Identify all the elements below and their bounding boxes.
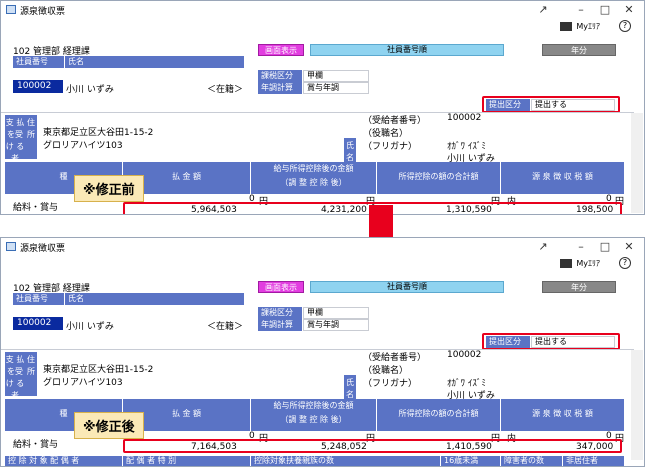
position-label: （役職名） (363, 366, 409, 376)
col-kyuyo-header-1: 給与所得控除後の金額 (273, 401, 354, 410)
col-kojo-header: 所得控除の額の合計額 (377, 399, 501, 431)
screenshot-before: 源泉徴収票 ↗ – □ ✕ Myｴﾘｱ ? 102 管理部 経理課 社員番号 氏… (0, 0, 645, 215)
jukyu-value: 100002 (447, 350, 482, 360)
kojo-value: 1,410,590 (446, 442, 492, 452)
employee-name: 小川 いずみ (66, 322, 114, 332)
close-button[interactable]: ✕ (617, 239, 641, 254)
nencho-value[interactable]: 賞与年調 (303, 319, 369, 331)
scrollbar[interactable] (631, 113, 643, 213)
maximize-button[interactable]: □ (593, 2, 617, 17)
col-kyuyo-header-2: （調 整 控 除 後） (280, 415, 347, 424)
status-label: ＜在籍＞ (207, 85, 244, 95)
bottom-col-5: 非居住者 (563, 456, 625, 466)
nencho-label: 年調計算 (258, 82, 302, 94)
col-kyuyo-header: 給与所得控除後の金額 （調 整 控 除 後） (251, 162, 377, 194)
payee-side-label: 支 払 を受け る 者 (5, 352, 25, 400)
bottom-col-4: 障害者の数 (501, 456, 563, 466)
jukyu-label: （受給者番号） (363, 353, 427, 363)
kyuyo-value: 4,231,200 (321, 205, 367, 215)
tax-kubun-label: 課税区分 (258, 307, 302, 319)
teishutsu-value[interactable]: 提出する (531, 336, 615, 348)
row-label: 給料・賞与 (13, 203, 59, 213)
divider (1, 112, 634, 113)
display-button[interactable]: 画面表示 (258, 281, 304, 293)
kojo-value: 1,310,590 (446, 205, 492, 215)
year-button[interactable]: 年分 (542, 281, 616, 293)
teishutsu-label: 提出区分 (486, 336, 530, 348)
teishutsu-value[interactable]: 提出する (531, 99, 615, 111)
gensen-value: 198,500 (576, 205, 614, 215)
address-line-1: 東京都足立区大谷田1-15-2 (43, 365, 154, 375)
window-title: 源泉徴収票 (20, 244, 66, 254)
gensen-value: 347,000 (576, 442, 614, 452)
shiharai-value: 7,164,503 (191, 442, 237, 452)
emp-no-field[interactable]: 100002 (13, 80, 63, 93)
jukyu-value: 100002 (447, 113, 482, 123)
nencho-value[interactable]: 賞与年調 (303, 82, 369, 94)
my-area-button[interactable]: Myｴﾘｱ (560, 258, 600, 269)
stamp-after: ※修正後 (74, 412, 144, 439)
year-button[interactable]: 年分 (542, 44, 616, 56)
minimize-button[interactable]: – (569, 2, 593, 17)
kyuyo-value: 5,248,052 (321, 442, 367, 452)
name-header: 氏名 (65, 56, 245, 68)
divider (1, 349, 634, 350)
title-bar: 源泉徴収票 ↗ – □ ✕ (1, 238, 644, 256)
display-button[interactable]: 画面表示 (258, 44, 304, 56)
emp-no-field[interactable]: 100002 (13, 317, 63, 330)
my-area-button[interactable]: Myｴﾘｱ (560, 21, 600, 32)
close-button[interactable]: ✕ (617, 2, 641, 17)
col-kyuyo-header-2: （調 整 控 除 後） (280, 178, 347, 187)
resize-icon[interactable]: ↗ (531, 2, 555, 17)
col-gensen-header: 源 泉 徴 収 税 額 (501, 162, 625, 194)
tax-kubun-value[interactable]: 甲欄 (303, 307, 369, 319)
nencho-label: 年調計算 (258, 319, 302, 331)
name-side-label: 氏名 (344, 375, 356, 399)
stamp-before: ※修正前 (74, 175, 144, 202)
payee-side-label: 支 払 を受け る 者 (5, 115, 25, 163)
app-icon (6, 242, 16, 251)
sort-order-select[interactable]: 社員番号順 (310, 44, 504, 56)
jukyu-label: （受給者番号） (363, 116, 427, 126)
teishutsu-label: 提出区分 (486, 99, 530, 111)
app-icon (6, 5, 16, 14)
bottom-col-0: 控 除 対 象 配 偶 者 (5, 456, 123, 466)
window-title: 源泉徴収票 (20, 7, 66, 17)
bottom-col-3: 16歳未満 (441, 456, 501, 466)
emp-no-header: 社員番号 (13, 293, 65, 305)
help-icon[interactable]: ? (619, 257, 631, 269)
title-bar: 源泉徴収票 ↗ – □ ✕ (1, 1, 644, 19)
furigana-label: （フリガナ） (363, 379, 418, 389)
shiharai-value: 5,964,503 (191, 205, 237, 215)
position-label: （役職名） (363, 129, 409, 139)
resize-icon[interactable]: ↗ (531, 239, 555, 254)
help-icon[interactable]: ? (619, 20, 631, 32)
scrollbar[interactable] (631, 350, 643, 460)
bottom-col-2: 控除対象扶養親族の数 (251, 456, 441, 466)
col-kyuyo-header: 給与所得控除後の金額 （調 整 控 除 後） (251, 399, 377, 431)
furigana-label: （フリガナ） (363, 142, 418, 152)
col-kojo-header: 所得控除の額の合計額 (377, 162, 501, 194)
sort-order-select[interactable]: 社員番号順 (310, 281, 504, 293)
tax-kubun-label: 課税区分 (258, 70, 302, 82)
name-side-label: 氏名 (344, 138, 356, 162)
address-line-1: 東京都足立区大谷田1-15-2 (43, 128, 154, 138)
maximize-button[interactable]: □ (593, 239, 617, 254)
col-gensen-header: 源 泉 徴 収 税 額 (501, 399, 625, 431)
address-line-2: グロリアハイツ103 (43, 378, 123, 388)
minimize-button[interactable]: – (569, 239, 593, 254)
tax-kubun-value[interactable]: 甲欄 (303, 70, 369, 82)
employee-name: 小川 いずみ (66, 85, 114, 95)
col-kyuyo-header-1: 給与所得控除後の金額 (273, 164, 354, 173)
address-side-label: 住所 (25, 352, 37, 396)
row-label: 給料・賞与 (13, 440, 59, 450)
screenshot-after: 源泉徴収票 ↗ – □ ✕ Myｴﾘｱ ? 102 管理部 経理課 社員番号 氏… (0, 237, 645, 467)
bottom-col-1: 配 偶 者 特 別 (123, 456, 251, 466)
status-label: ＜在籍＞ (207, 322, 244, 332)
name-header: 氏名 (65, 293, 245, 305)
address-line-2: グロリアハイツ103 (43, 141, 123, 151)
emp-no-header: 社員番号 (13, 56, 65, 68)
address-side-label: 住所 (25, 115, 37, 159)
